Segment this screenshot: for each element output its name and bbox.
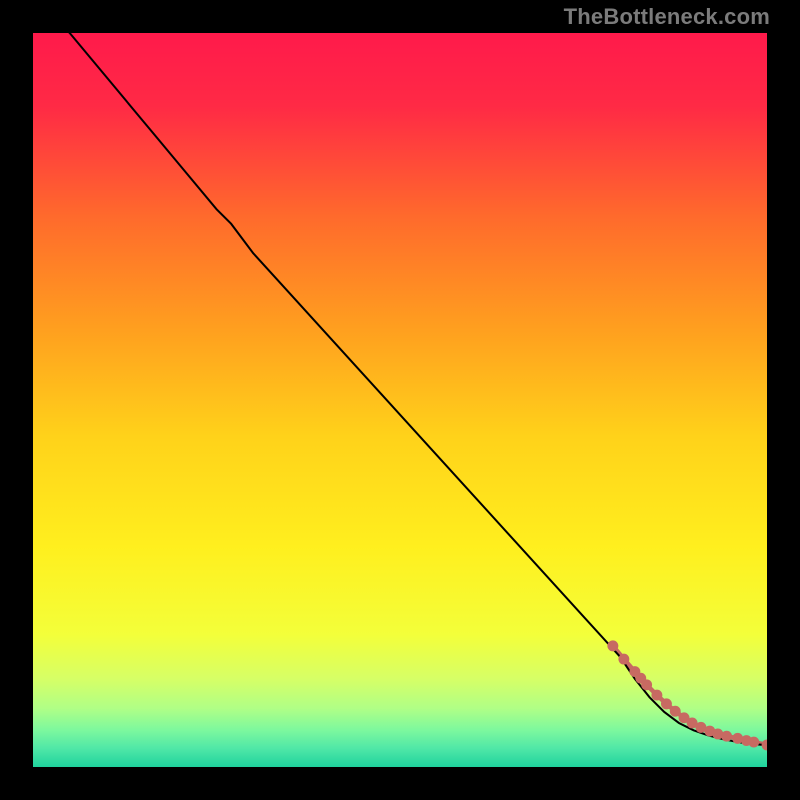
marker-dot (641, 679, 652, 690)
gradient-background (33, 33, 767, 767)
chart-svg (33, 33, 767, 767)
marker-dot (721, 731, 732, 742)
plot-area (30, 30, 770, 770)
marker-dot (651, 690, 662, 701)
marker-dot (618, 654, 629, 665)
chart-stage: TheBottleneck.com (0, 0, 800, 800)
marker-dot (661, 698, 672, 709)
marker-dot (670, 706, 681, 717)
marker-dot (748, 737, 759, 748)
marker-dot (607, 640, 618, 651)
watermark-text: TheBottleneck.com (564, 4, 770, 30)
